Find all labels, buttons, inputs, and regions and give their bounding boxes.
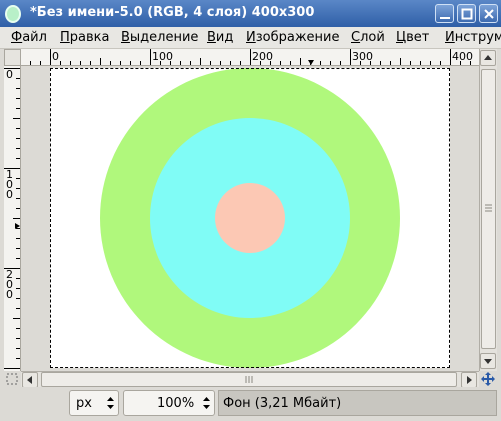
vertical-ruler-ticks: 0 100 200 <box>4 68 20 369</box>
arrow-left-icon <box>27 376 32 384</box>
app-icon <box>5 5 21 23</box>
arrow-down-icon <box>484 359 492 364</box>
menu-label: ыделение <box>129 30 199 45</box>
menu-mnemonic: С <box>351 30 361 45</box>
vruler-label-100: 100 <box>6 168 13 201</box>
hruler-label-0: 0 <box>52 50 59 63</box>
menu-label: вет <box>406 30 430 45</box>
unit-select[interactable]: px <box>69 390 119 416</box>
menu-mnemonic: И <box>445 30 455 45</box>
menu-label: ид <box>215 30 234 45</box>
menu-label: нструм <box>454 30 501 45</box>
updown-arrows-icon <box>203 397 210 409</box>
hruler-label-100: 100 <box>152 50 173 63</box>
menu-file[interactable]: Файл <box>11 30 47 45</box>
menu-layer[interactable]: Слой <box>351 30 385 45</box>
horizontal-scroll-thumb[interactable] <box>41 372 457 387</box>
canvas-viewport[interactable] <box>21 66 479 371</box>
grip-icon <box>245 376 253 383</box>
menu-label: лой <box>360 30 385 45</box>
image-canvas[interactable] <box>50 68 450 368</box>
hruler-label-300: 300 <box>352 50 373 63</box>
menu-label: равка <box>69 30 110 45</box>
horizontal-scrollbar[interactable] <box>21 371 479 388</box>
image-content <box>100 68 400 368</box>
arrow-right-icon <box>467 376 472 384</box>
menu-label: айл <box>22 30 47 45</box>
zoom-value: 100% <box>157 396 195 411</box>
close-icon <box>484 9 494 19</box>
unit-value: px <box>76 396 92 411</box>
menu-mnemonic: П <box>60 30 70 45</box>
hruler-label-200: 200 <box>252 50 273 63</box>
scroll-up-button[interactable] <box>480 50 496 66</box>
navigate-button[interactable] <box>479 371 497 387</box>
vertical-ruler[interactable]: 0 100 200 <box>4 66 21 371</box>
scroll-down-button[interactable] <box>480 353 496 369</box>
close-button[interactable] <box>479 4 498 23</box>
menu-select[interactable]: Выделение <box>121 30 198 45</box>
vruler-label-200: 200 <box>6 268 13 301</box>
hruler-label-400: 400 <box>452 50 473 63</box>
hruler-pointer-icon <box>308 60 314 65</box>
quick-mask-icon <box>6 373 18 385</box>
menu-edit[interactable]: Правка <box>60 30 109 45</box>
quick-mask-toggle[interactable] <box>4 371 21 387</box>
menu-mnemonic: Ф <box>11 30 23 45</box>
horizontal-ruler-ticks: 0 100 200 300 400 <box>30 49 473 65</box>
menu-image[interactable]: Изображение <box>246 30 340 45</box>
vertical-scroll-thumb[interactable] <box>481 69 496 349</box>
status-bar: px 100% Фон (3,21 Мбайт) <box>0 387 501 421</box>
svg-text:0: 0 <box>6 288 13 301</box>
title-bar: *Без имени-5.0 (RGB, 4 слоя) 400x300 <box>0 0 501 27</box>
menu-mnemonic: Ц <box>396 30 407 45</box>
navigate-icon <box>481 372 495 386</box>
menu-view[interactable]: Вид <box>207 30 233 45</box>
menu-tools[interactable]: Инструм <box>445 30 501 45</box>
minimize-button[interactable] <box>435 4 454 23</box>
vertical-scrollbar[interactable] <box>479 49 497 371</box>
window-title: *Без имени-5.0 (RGB, 4 слоя) 400x300 <box>30 5 315 20</box>
ruler-corner[interactable] <box>4 49 21 66</box>
menu-mnemonic: В <box>207 30 216 45</box>
zoom-select[interactable]: 100% <box>123 390 215 416</box>
menu-label: зображение <box>255 30 340 45</box>
vruler-label-0: 0 <box>6 68 13 81</box>
menu-mnemonic: В <box>121 30 130 45</box>
menu-colors[interactable]: Цвет <box>396 30 429 45</box>
scroll-left-button[interactable] <box>22 372 38 388</box>
menu-bar: Файл Правка Выделение Вид Изображение Сл… <box>0 27 501 49</box>
maximize-icon <box>461 8 473 20</box>
status-message: Фон (3,21 Мбайт) <box>218 390 497 416</box>
scroll-right-button[interactable] <box>461 372 477 388</box>
inner-circle <box>215 183 285 253</box>
updown-arrows-icon <box>107 397 114 409</box>
arrow-up-icon <box>484 55 492 60</box>
maximize-button[interactable] <box>457 4 476 23</box>
svg-text:0: 0 <box>6 188 13 201</box>
minimize-icon <box>440 17 450 19</box>
menu-mnemonic: И <box>246 30 256 45</box>
grip-icon <box>485 204 492 212</box>
horizontal-ruler[interactable]: 0 100 200 300 400 <box>21 49 479 66</box>
